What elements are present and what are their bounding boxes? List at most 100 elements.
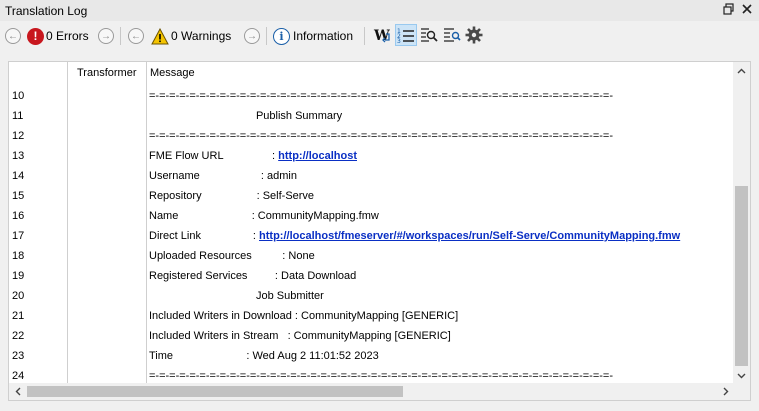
log-message: =-=-=-=-=-=-=-=-=-=-=-=-=-=-=-=-=-=-=-=-… xyxy=(149,370,613,382)
line-number: 13 xyxy=(12,150,25,162)
log-message-text: Repository : Self-Serve xyxy=(149,190,315,202)
toolbar-divider xyxy=(266,27,267,45)
line-number: 12 xyxy=(12,130,25,142)
vertical-scrollbar[interactable] xyxy=(733,62,750,384)
next-error-button[interactable]: → xyxy=(98,25,114,47)
next-arrow-icon: → xyxy=(98,28,114,44)
line-number: 17 xyxy=(12,230,25,242)
filter-icon xyxy=(444,28,461,42)
log-row[interactable]: 10 =-=-=-=-=-=-=-=-=-=-=-=-=-=-=-=-=-=-=-… xyxy=(9,86,734,106)
log-row[interactable]: 12 =-=-=-=-=-=-=-=-=-=-=-=-=-=-=-=-=-=-=-… xyxy=(9,126,734,146)
log-message-text: Job Submitter xyxy=(149,290,324,302)
horizontal-scrollbar[interactable] xyxy=(9,383,734,400)
information-filter-button[interactable]: i Information xyxy=(273,25,353,47)
scroll-left-icon[interactable] xyxy=(9,383,26,400)
svg-text:W: W xyxy=(373,28,390,44)
log-row[interactable]: 15 Repository : Self-Serve xyxy=(9,186,734,206)
next-warning-button[interactable]: → xyxy=(244,25,260,47)
line-number: 11 xyxy=(12,110,24,122)
warning-icon xyxy=(151,27,169,44)
line-number: 20 xyxy=(12,290,25,302)
log-message: Username : admin xyxy=(149,170,297,182)
line-numbers-button[interactable]: 123 xyxy=(395,24,417,46)
log-row[interactable]: 16 Name : CommunityMapping.fmw xyxy=(9,206,734,226)
find-button[interactable] xyxy=(418,24,440,46)
line-number: 18 xyxy=(12,250,25,262)
toolbar: ← ! 0 Errors → ← 0 Warnings → i Informat… xyxy=(0,21,759,51)
line-number: 21 xyxy=(12,310,25,322)
log-message-text: FME Flow URL : xyxy=(149,150,279,162)
log-message: FME Flow URL : http://localhost xyxy=(149,150,357,162)
errors-label: 0 Errors xyxy=(46,29,89,43)
horizontal-scroll-thumb[interactable] xyxy=(27,386,403,397)
log-row[interactable]: 21 Included Writers in Download : Communi… xyxy=(9,306,734,326)
log-message-text: Uploaded Resources : None xyxy=(149,250,315,262)
line-number: 16 xyxy=(12,210,25,222)
log-message-text: =-=-=-=-=-=-=-=-=-=-=-=-=-=-=-=-=-=-=-=-… xyxy=(149,130,613,142)
toolbar-divider xyxy=(120,27,121,45)
line-number: 23 xyxy=(12,350,25,362)
scroll-down-icon[interactable] xyxy=(733,367,750,384)
title-bar: Translation Log xyxy=(0,0,759,21)
errors-filter-button[interactable]: ! 0 Errors xyxy=(27,25,89,47)
scroll-up-icon[interactable] xyxy=(733,62,750,79)
prev-arrow-icon: ← xyxy=(5,28,21,44)
log-message: Publish Summary xyxy=(149,110,342,122)
log-row[interactable]: 14 Username : admin xyxy=(9,166,734,186)
log-row[interactable]: 18 Uploaded Resources : None xyxy=(9,246,734,266)
log-row[interactable]: 20 Job Submitter xyxy=(9,286,734,306)
log-message: Name : CommunityMapping.fmw xyxy=(149,210,379,222)
log-message: =-=-=-=-=-=-=-=-=-=-=-=-=-=-=-=-=-=-=-=-… xyxy=(149,130,613,142)
line-number: 22 xyxy=(12,330,25,342)
log-panel: Transformer Message 10 =-=-=-=-=-=-=-=-=-… xyxy=(8,61,751,401)
line-number: 10 xyxy=(12,90,25,102)
line-number: 24 xyxy=(12,370,25,382)
close-icon[interactable] xyxy=(740,3,754,17)
log-message-text: Included Writers in Stream : CommunityMa… xyxy=(149,330,451,342)
window-title: Translation Log xyxy=(5,4,88,18)
log-message-text: Direct Link : xyxy=(149,230,260,242)
log-row[interactable]: 17 Direct Link : http://localhost/fmeserv… xyxy=(9,226,734,246)
prev-arrow-icon: ← xyxy=(128,28,144,44)
warnings-label: 0 Warnings xyxy=(171,29,232,43)
log-message: Uploaded Resources : None xyxy=(149,250,315,262)
numbered-list-icon: 123 xyxy=(397,28,414,43)
gear-icon xyxy=(465,26,483,44)
error-icon: ! xyxy=(27,27,44,45)
log-message: Repository : Self-Serve xyxy=(149,190,314,202)
log-grid: Transformer Message 10 =-=-=-=-=-=-=-=-=-… xyxy=(9,62,734,384)
log-link[interactable]: http://localhost/fmeserver/#/workspaces/… xyxy=(259,230,680,242)
log-message: Job Submitter xyxy=(149,290,324,302)
filter-button[interactable] xyxy=(441,24,463,46)
log-row[interactable]: 11 Publish Summary xyxy=(9,106,734,126)
vertical-scroll-thumb[interactable] xyxy=(735,186,748,366)
find-icon xyxy=(421,28,438,42)
log-row[interactable]: 23 Time : Wed Aug 2 11:01:52 2023 xyxy=(9,346,734,366)
scrollbar-corner xyxy=(733,383,750,400)
log-message-text: Registered Services : Data Download xyxy=(149,270,357,282)
log-message: Included Writers in Stream : CommunityMa… xyxy=(149,330,451,342)
column-header-transformer[interactable]: Transformer xyxy=(77,67,137,79)
log-message-text: Time : Wed Aug 2 11:01:52 2023 xyxy=(149,350,379,362)
log-message-text: Publish Summary xyxy=(149,110,343,122)
prev-warning-button[interactable]: ← xyxy=(128,25,144,47)
log-message-text: Included Writers in Download : Community… xyxy=(149,310,459,322)
line-number: 14 xyxy=(12,170,25,182)
scroll-right-icon[interactable] xyxy=(717,383,734,400)
restore-icon[interactable] xyxy=(722,3,736,17)
info-icon: i xyxy=(273,27,290,45)
log-header: Transformer Message xyxy=(9,62,734,86)
prev-error-button[interactable]: ← xyxy=(5,25,21,47)
log-row[interactable]: 19 Registered Services : Data Download xyxy=(9,266,734,286)
settings-button[interactable] xyxy=(463,24,485,46)
word-wrap-button[interactable]: W xyxy=(371,24,393,46)
log-message-text: Username : admin xyxy=(149,170,297,182)
log-message: Direct Link : http://localhost/fmeserver… xyxy=(149,230,680,242)
warnings-filter-button[interactable]: 0 Warnings xyxy=(151,25,231,47)
log-row[interactable]: 13 FME Flow URL : http://localhost xyxy=(9,146,734,166)
svg-text:3: 3 xyxy=(397,38,401,43)
column-header-message[interactable]: Message xyxy=(150,67,195,79)
toolbar-divider xyxy=(364,27,365,45)
log-row[interactable]: 22 Included Writers in Stream : Community… xyxy=(9,326,734,346)
log-link[interactable]: http://localhost xyxy=(278,150,357,162)
